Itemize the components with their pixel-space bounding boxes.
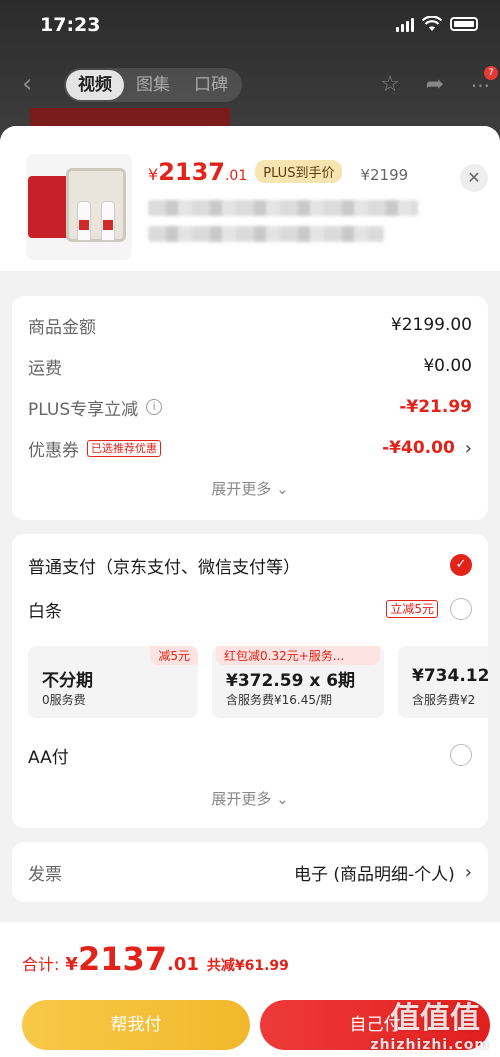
close-button[interactable]: ✕ — [460, 164, 488, 192]
payment-option-aa[interactable]: AA付 — [28, 740, 472, 770]
total-symbol: ¥ — [65, 954, 78, 975]
product-thumbnail — [26, 154, 132, 260]
watermark: zhizhizhi.com — [370, 1037, 490, 1053]
tab-gallery[interactable]: 图集 — [124, 70, 182, 100]
blurred-product-spec — [148, 226, 384, 242]
tab-video[interactable]: 视频 — [66, 70, 124, 100]
payment-option-label: AA付 — [28, 747, 69, 768]
summary-label: PLUS专享立减 — [28, 399, 139, 420]
status-icons — [396, 15, 478, 32]
summary-row: 商品金额 ¥2199.00 — [28, 310, 472, 340]
tab-reviews[interactable]: 口碑 — [182, 70, 240, 100]
price-summary-card: 商品金额 ¥2199.00 运费 ¥0.00 PLUS专享立减 i -¥21.9… — [12, 296, 488, 520]
chevron-right-icon: › — [464, 861, 472, 883]
expand-more-link[interactable]: 展开更多 ⌄ — [12, 478, 488, 499]
price-integer: 2137 — [158, 158, 225, 186]
invoice-card[interactable]: 发票 电子 (商品明细-个人) › — [12, 842, 488, 902]
radio-unchecked-icon[interactable] — [450, 744, 472, 766]
plan-main: 不分期 — [42, 671, 93, 691]
message-badge: 7 — [484, 66, 498, 80]
info-icon[interactable]: i — [146, 399, 163, 415]
nav-tabs: 视频 图集 口碑 — [64, 68, 242, 102]
coupon-row[interactable]: 优惠券 已选推荐优惠 -¥40.00 › — [28, 433, 472, 463]
payment-option-normal[interactable]: 普通支付（京东支付、微信支付等） ✓ — [28, 550, 472, 580]
chevron-down-icon: ⌄ — [276, 790, 289, 808]
plan-tag: 红包减0.32元+服务... — [216, 646, 380, 665]
total-label: 合计: — [22, 955, 60, 974]
summary-value: -¥21.99 — [399, 397, 472, 417]
summary-value: -¥40.00 — [382, 438, 455, 458]
payment-option-label: 白条 — [28, 601, 62, 622]
radio-unchecked-icon[interactable] — [450, 598, 472, 620]
coupon-tag: 已选推荐优惠 — [87, 439, 161, 457]
summary-row: 运费 ¥0.00 — [28, 351, 472, 381]
plan-main: ¥372.59 x 6期 — [226, 671, 356, 691]
favorite-star-icon[interactable]: ☆ — [380, 72, 400, 97]
status-time: 17:23 — [40, 14, 101, 36]
product-header: ¥ 2137 .01 PLUS到手价 ¥2199 ✕ — [0, 126, 500, 271]
chevron-down-icon: ⌄ — [276, 480, 289, 498]
total-decimal: .01 — [167, 954, 199, 975]
expand-more-link[interactable]: 展开更多 ⌄ — [12, 788, 488, 809]
plan-sub: 含服务费¥2 — [412, 693, 476, 707]
status-bar: 17:23 — [0, 0, 500, 54]
share-icon[interactable]: ➦ — [426, 72, 444, 97]
bottle-image — [101, 201, 115, 241]
plan-sub: 0服务费 — [42, 693, 86, 707]
total-row: 合计: ¥ 2137 .01 共减¥61.99 — [22, 940, 289, 978]
price-row: ¥ 2137 .01 PLUS到手价 ¥2199 — [148, 158, 408, 186]
bottle-case-image — [66, 168, 126, 242]
payment-option-label: 普通支付（京东支付、微信支付等） — [28, 557, 300, 578]
installment-plan-6[interactable]: 红包减0.32元+服务... ¥372.59 x 6期 含服务费¥16.45/期 — [212, 646, 384, 718]
watermark-logo: 值值值 — [390, 1001, 480, 1036]
plan-tag: 减5元 — [150, 646, 198, 665]
summary-value: ¥0.00 — [423, 356, 472, 376]
summary-label: 优惠券 — [28, 440, 79, 461]
installment-plan-12[interactable]: ¥734.12 x 含服务费¥2 — [398, 646, 488, 718]
battery-icon — [450, 17, 478, 31]
total-integer: 2137 — [77, 940, 167, 978]
checkout-footer: 合计: ¥ 2137 .01 共减¥61.99 帮我付 自己付 值值值 zhiz… — [0, 922, 500, 1057]
help-me-pay-button[interactable]: 帮我付 — [22, 1000, 250, 1050]
summary-row[interactable]: PLUS专享立减 i -¥21.99 — [28, 392, 472, 422]
back-icon[interactable]: ‹ — [22, 71, 42, 97]
summary-value: ¥2199.00 — [390, 315, 472, 335]
invoice-row[interactable]: 发票 电子 (商品明细-个人) › — [28, 857, 472, 887]
blurred-product-title — [148, 200, 418, 216]
discount-tag: 立减5元 — [386, 600, 438, 618]
price-decimal: .01 — [224, 168, 248, 184]
bottle-image — [77, 201, 91, 241]
signal-icon — [396, 16, 414, 32]
product-nav: ‹ 视频 图集 口碑 ☆ ➦ ··· 7 — [0, 60, 500, 110]
payment-method-card: 普通支付（京东支付、微信支付等） ✓ 白条 立减5元 减5元 不分期 0服务费 … — [12, 534, 488, 828]
original-price: ¥2199 — [360, 166, 409, 184]
checked-icon[interactable]: ✓ — [450, 554, 472, 576]
summary-label: 商品金额 — [28, 317, 96, 338]
plus-price-tag: PLUS到手价 — [255, 160, 343, 183]
plan-main: ¥734.12 x — [412, 666, 488, 686]
chevron-right-icon: › — [464, 437, 472, 459]
expand-label: 展开更多 — [211, 480, 272, 498]
expand-label: 展开更多 — [211, 790, 272, 808]
payment-option-baitiao[interactable]: 白条 立减5元 — [28, 594, 472, 624]
total-saved: 共减¥61.99 — [206, 958, 289, 974]
summary-label: 运费 — [28, 358, 62, 379]
price-symbol: ¥ — [148, 165, 159, 184]
invoice-value: 电子 (商品明细-个人) — [293, 864, 455, 885]
plan-sub: 含服务费¥16.45/期 — [226, 693, 333, 707]
installment-plan-none[interactable]: 减5元 不分期 0服务费 — [28, 646, 198, 718]
invoice-label: 发票 — [28, 864, 62, 885]
checkout-sheet: ¥ 2137 .01 PLUS到手价 ¥2199 ✕ 商品金额 ¥2199.00… — [0, 126, 500, 1057]
wifi-icon — [421, 15, 443, 32]
